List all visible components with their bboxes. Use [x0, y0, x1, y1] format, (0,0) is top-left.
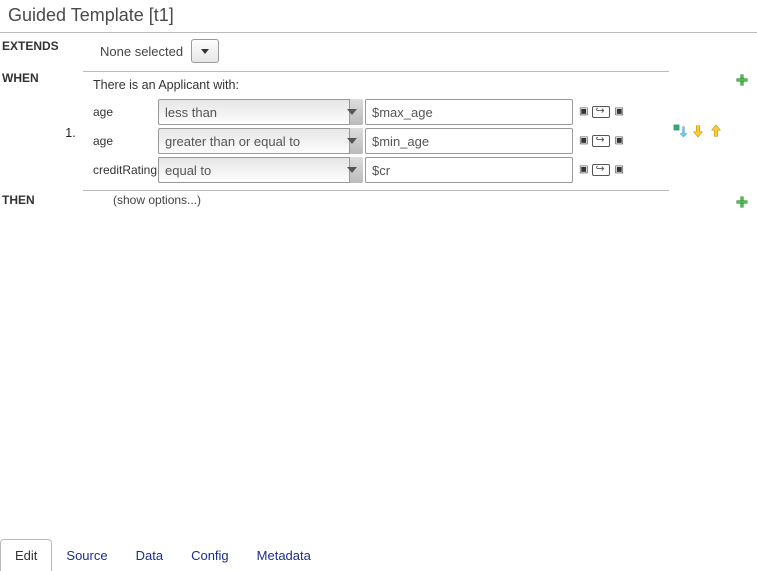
add-below-icon[interactable] [673, 124, 687, 138]
tab-source[interactable]: Source [52, 540, 121, 571]
when-section: WHEN 1. There is an Applicant with: age [0, 71, 757, 191]
show-options-link[interactable]: (show options...) [58, 193, 727, 207]
constraint-row: creditRating ▣ ▣ [83, 157, 669, 183]
remove-constraint-icon[interactable]: ▣ [579, 136, 588, 146]
value-input[interactable] [365, 128, 573, 154]
move-down-icon[interactable] [691, 124, 705, 138]
constraint-row: age ▣ ▣ [83, 99, 669, 125]
remove-constraint-icon[interactable]: ▣ [579, 107, 588, 117]
pattern-index: 1. [58, 122, 83, 140]
remove-constraint-icon[interactable]: ▣ [579, 165, 588, 175]
bind-variable-icon[interactable] [592, 164, 610, 176]
bind-variable-icon[interactable] [592, 135, 610, 147]
operator-select[interactable] [158, 128, 363, 154]
add-action-icon[interactable] [735, 195, 749, 209]
constraint-row: age ▣ ▣ [83, 128, 669, 154]
pattern-row-actions [669, 71, 727, 191]
tab-edit[interactable]: Edit [0, 539, 52, 571]
add-pattern-icon[interactable] [735, 73, 749, 87]
add-constraint-icon[interactable]: ▣ [614, 136, 623, 146]
then-section: THEN (show options...) [0, 193, 757, 209]
move-up-icon[interactable] [709, 124, 723, 138]
tab-metadata[interactable]: Metadata [243, 540, 325, 571]
page-title: Guided Template [t1] [0, 0, 757, 28]
constraint-field[interactable]: age [83, 105, 158, 119]
add-constraint-icon[interactable]: ▣ [614, 107, 623, 117]
tab-data[interactable]: Data [122, 540, 177, 571]
add-constraint-icon[interactable]: ▣ [614, 165, 623, 175]
pattern-heading[interactable]: There is an Applicant with: [83, 76, 669, 96]
operator-select[interactable] [158, 157, 363, 183]
when-label: WHEN [0, 71, 58, 85]
extends-row: EXTENDS None selected [0, 39, 757, 63]
extends-label: EXTENDS [0, 39, 100, 53]
extends-dropdown-button[interactable] [191, 39, 219, 63]
constraint-field[interactable]: creditRating [83, 163, 158, 177]
value-input[interactable] [365, 99, 573, 125]
operator-select[interactable] [158, 99, 363, 125]
pattern-block: There is an Applicant with: age ▣ [83, 71, 669, 191]
title-divider [0, 32, 757, 33]
extends-value[interactable]: None selected [100, 44, 183, 59]
tab-bar: Edit Source Data Config Metadata [0, 539, 757, 571]
value-input[interactable] [365, 157, 573, 183]
bind-variable-icon[interactable] [592, 106, 610, 118]
constraint-field[interactable]: age [83, 134, 158, 148]
then-label: THEN [0, 193, 58, 207]
tab-config[interactable]: Config [177, 540, 243, 571]
